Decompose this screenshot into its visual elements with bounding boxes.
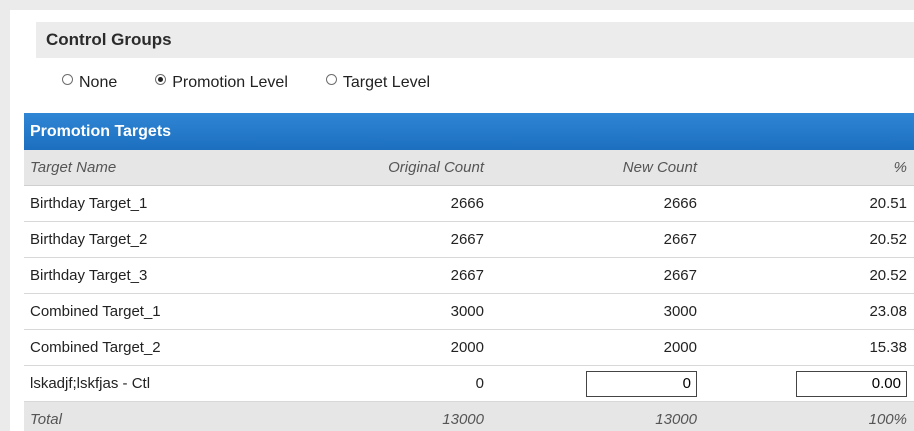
new-count-cell: 2666 xyxy=(663,195,697,212)
table-row: Birthday Target_1 2666 2666 20.51 xyxy=(24,186,914,222)
new-count-cell: 2000 xyxy=(663,339,697,356)
column-header-new-count: New Count xyxy=(622,159,697,176)
radio-label-target-level: Target Level xyxy=(342,74,431,91)
new-count-cell xyxy=(484,370,697,397)
percent-cell xyxy=(697,370,907,397)
original-count-cell: 2667 xyxy=(450,231,484,248)
target-name-cell: Birthday Target_3 xyxy=(30,267,148,284)
percent-cell: 23.08 xyxy=(869,303,907,320)
percent-cell: 20.52 xyxy=(869,231,907,248)
table-row: Combined Target_2 2000 2000 15.38 xyxy=(24,330,914,366)
new-count-cell: 3000 xyxy=(663,303,697,320)
table-row-control: lskadjf;lskfjas - Ctl 0 xyxy=(24,366,914,402)
target-name-cell: Birthday Target_1 xyxy=(30,195,148,212)
percent-cell: 15.38 xyxy=(869,339,907,356)
column-header-target-name: Target Name xyxy=(30,159,117,176)
table-row: Birthday Target_2 2667 2667 20.52 xyxy=(24,222,914,258)
target-name-cell: Combined Target_1 xyxy=(30,303,161,320)
total-new-count: 13000 xyxy=(655,411,697,428)
control-groups-title: Control Groups xyxy=(46,30,172,49)
original-count-cell: 0 xyxy=(475,375,484,392)
radio-button-target-level[interactable] xyxy=(325,73,337,85)
page-frame: Control Groups None Promotion Level Targ… xyxy=(10,10,914,431)
percent-input[interactable] xyxy=(796,370,907,397)
column-header-percent: % xyxy=(893,159,907,176)
target-name-cell: Combined Target_2 xyxy=(30,339,161,356)
table-total-row: Total 13000 13000 100% xyxy=(24,402,914,431)
new-count-cell: 2667 xyxy=(663,231,697,248)
new-count-input[interactable] xyxy=(586,370,697,397)
target-name-cell: Birthday Target_2 xyxy=(30,231,148,248)
table-row: Birthday Target_3 2667 2667 20.52 xyxy=(24,258,914,294)
percent-cell: 20.51 xyxy=(869,195,907,212)
original-count-cell: 2666 xyxy=(450,195,484,212)
new-count-cell: 2667 xyxy=(663,267,697,284)
total-original-count: 13000 xyxy=(442,411,484,428)
total-label: Total xyxy=(30,411,62,428)
radio-option-promotion-level[interactable]: Promotion Level xyxy=(155,73,288,92)
radio-option-none[interactable]: None xyxy=(62,73,118,92)
promotion-targets-title: Promotion Targets xyxy=(24,113,914,150)
table-header-row: Target Name Original Count New Count % xyxy=(24,150,914,186)
radio-option-target-level[interactable]: Target Level xyxy=(325,73,431,92)
target-name-cell: lskadjf;lskfjas - Ctl xyxy=(30,375,151,392)
control-groups-header: Control Groups xyxy=(36,22,914,58)
radio-button-promotion-level[interactable] xyxy=(155,73,167,85)
original-count-cell: 3000 xyxy=(450,303,484,320)
column-header-original-count: Original Count xyxy=(388,159,484,176)
total-percent: 100% xyxy=(868,411,907,428)
original-count-cell: 2667 xyxy=(450,267,484,284)
radio-label-promotion-level: Promotion Level xyxy=(172,74,288,91)
promotion-targets-table: Promotion Targets Target Name Original C… xyxy=(24,113,914,431)
control-groups-options: None Promotion Level Target Level xyxy=(62,68,468,98)
percent-cell: 20.52 xyxy=(869,267,907,284)
radio-label-none: None xyxy=(79,74,118,91)
table-row: Combined Target_1 3000 3000 23.08 xyxy=(24,294,914,330)
radio-button-none[interactable] xyxy=(62,73,73,85)
original-count-cell: 2000 xyxy=(450,339,484,356)
